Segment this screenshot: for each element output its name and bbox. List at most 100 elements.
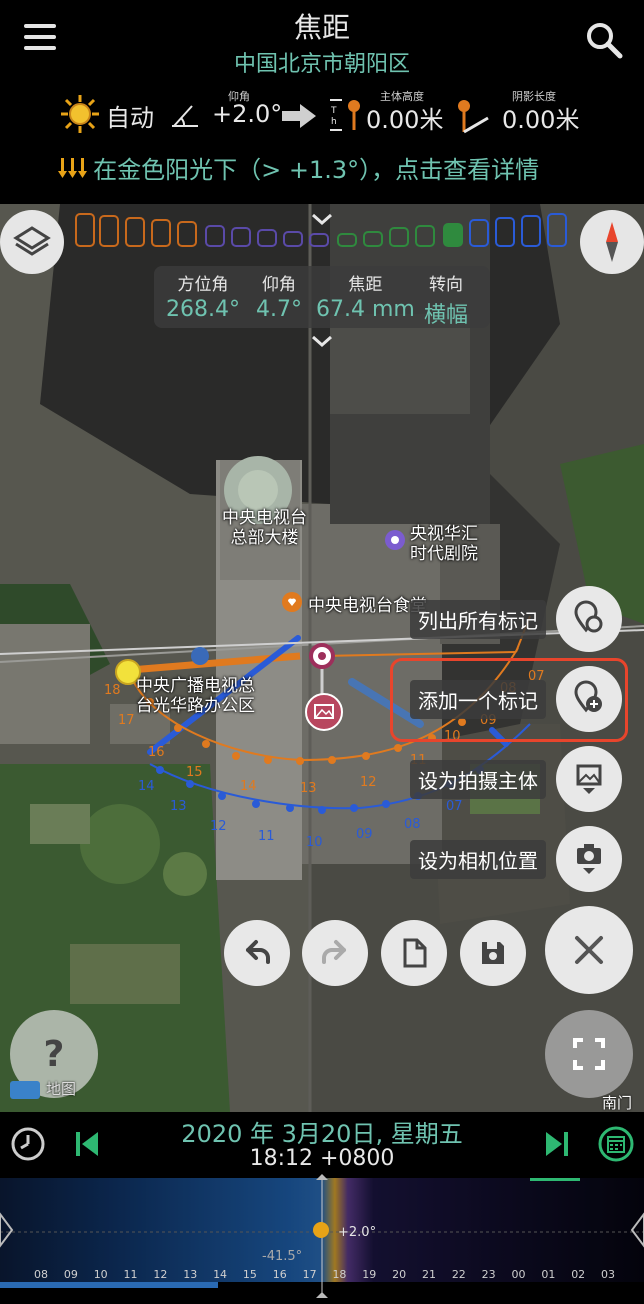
sun-icon[interactable] [60, 94, 100, 134]
chevron-down-icon[interactable] [310, 334, 334, 348]
arrow-right-icon [282, 104, 316, 128]
timeline-hour-label: 12 [153, 1268, 167, 1281]
set-camera-label[interactable]: 设为相机位置 [410, 840, 546, 879]
redo-button[interactable] [302, 920, 368, 986]
redo-icon [322, 940, 346, 964]
camera-info-panel[interactable]: 方位角 268.4° 仰角 4.7° 焦距 67.4 mm 转向 横幅 [154, 266, 490, 328]
map-provider-logo-icon [10, 1080, 40, 1099]
svg-text:h: h [331, 117, 337, 127]
sun-timeline[interactable]: 08 09 10 11 12 13 14 15 16 17 18 19 20 21 22 23 00 01 02 03… [0, 1174, 644, 1304]
chevron-down-icon[interactable] [310, 212, 334, 226]
calendar-icon[interactable] [598, 1126, 634, 1162]
undo-button[interactable] [224, 920, 290, 986]
map-label-cctv-theater[interactable]: 央视华汇 时代剧院 [410, 524, 478, 564]
blue-path-hour-label: 13 [170, 799, 187, 814]
orange-path-hour-label: 18 [104, 683, 121, 698]
svg-text:?: ? [44, 1034, 65, 1075]
layers-button[interactable] [0, 210, 64, 274]
elevation-value[interactable]: +2.0° [212, 100, 282, 128]
save-button[interactable] [460, 920, 526, 986]
svg-text:T: T [330, 106, 337, 116]
new-file-button[interactable] [381, 920, 447, 986]
height-value[interactable]: 0.00米 [366, 100, 443, 135]
timeline-low-label: -41.5° [262, 1249, 302, 1264]
timeline-hour-label: 21 [422, 1268, 436, 1281]
timeline-hour-label: 15 [243, 1268, 257, 1281]
blue-path-hour-label: 11 [258, 829, 275, 844]
timeline-hour-label: 10 [94, 1268, 108, 1281]
timeline-hour-label: 01 [541, 1268, 555, 1281]
map-label-south-gate: 南门 [602, 1094, 633, 1112]
elevation-info: 仰角 4.7° [256, 275, 302, 322]
golden-hour-icon [58, 157, 87, 178]
search-icon[interactable] [584, 20, 624, 60]
map-credit: 地图 [10, 1078, 76, 1099]
skip-next-icon[interactable] [544, 1130, 570, 1158]
set-camera-button[interactable] [556, 826, 622, 892]
timeline-top-marker-icon [316, 1174, 328, 1180]
orange-path-hour-label: 15 [186, 765, 203, 780]
golden-hour-banner[interactable]: 在金色阳光下（> +1.3°），点击查看详情 [58, 150, 539, 186]
set-camera-row[interactable]: 设为相机位置 [322, 826, 622, 892]
location-label[interactable]: 中国北京市朝阳区 [0, 46, 644, 78]
timeline-elevation-label: +2.0° [338, 1225, 376, 1240]
timeline-hour-label: 22 [452, 1268, 466, 1281]
subject-height-icon: T h [330, 99, 360, 131]
timeline-hour-label: 03 [601, 1268, 615, 1281]
camera-icon [577, 844, 601, 874]
compass-button[interactable] [580, 210, 644, 274]
set-subject-button[interactable] [556, 746, 622, 812]
shadow-length-icon [458, 100, 489, 134]
set-subject-row[interactable]: 设为拍摄主体 [322, 746, 622, 812]
elevation-angle-icon [172, 105, 198, 127]
list-markers-button[interactable] [556, 586, 622, 652]
orange-path-hour-label: 14 [240, 779, 257, 794]
timeline-hour-label: 18 [332, 1268, 346, 1281]
list-markers-row[interactable]: 列出所有标记 [322, 586, 622, 652]
highlight-box [390, 658, 628, 742]
undo-icon [246, 940, 270, 964]
orange-path-hour-label: 16 [148, 745, 165, 760]
timeline-hour-label: 00 [512, 1268, 526, 1281]
close-icon [575, 936, 603, 964]
timeline-hour-label: 09 [64, 1268, 78, 1281]
blue-path-hour-label: 10 [306, 835, 323, 850]
timeline-hour-label: 17 [303, 1268, 317, 1281]
shadow-value[interactable]: 0.00米 [502, 100, 579, 135]
mode-label[interactable]: 自动 [106, 98, 154, 133]
timeline-hour-label: 08 [34, 1268, 48, 1281]
compass-icon [606, 222, 618, 262]
timeline-bottom-marker-icon [316, 1292, 328, 1298]
golden-hour-text: 在金色阳光下（> +1.3°），点击查看详情 [93, 156, 540, 184]
timeline-hour-label: 16 [273, 1268, 287, 1281]
bottom-panel: 2020 年 3月20日, 星期五 18:12 +0800 08 09 10 1… [0, 1112, 644, 1304]
orientation-info: 转向 横幅 [424, 275, 469, 328]
orange-path-hour-label: 13 [300, 781, 317, 796]
map-label-cctv-hq[interactable]: 中央电视台 总部大楼 [222, 508, 307, 548]
azimuth-info: 方位角 268.4° [166, 275, 240, 322]
document-icon [403, 938, 427, 968]
timeline-hour-label: 20 [392, 1268, 406, 1281]
list-markers-label[interactable]: 列出所有标记 [410, 600, 546, 639]
marker-list-icon [574, 600, 603, 633]
close-button[interactable] [545, 906, 633, 994]
timeline-hour-label: 02 [571, 1268, 585, 1281]
map-view[interactable]: 1817161514131211100908071413121110090807… [0, 204, 644, 1112]
timeline-hour-label: 13 [183, 1268, 197, 1281]
layers-icon [13, 226, 51, 256]
set-subject-label[interactable]: 设为拍摄主体 [410, 760, 546, 799]
orange-path-hour-label: 17 [118, 713, 135, 728]
blue-path-hour-label: 14 [138, 779, 155, 794]
timeline-hour-label: 19 [362, 1268, 376, 1281]
save-icon [482, 942, 504, 964]
page-title: 焦距 [293, 11, 350, 44]
timeline-hour-label: 14 [213, 1268, 227, 1281]
timeline-hour-label: 11 [124, 1268, 138, 1281]
header-bar: 焦距 中国北京市朝阳区 自动 仰角 +2.0° T h 主体高度 0.00米 阴… [0, 0, 644, 204]
focal-info: 焦距 67.4 mm [316, 275, 415, 322]
picture-icon [576, 764, 602, 794]
fullscreen-button[interactable] [545, 1010, 633, 1098]
fullscreen-icon [573, 1038, 605, 1070]
timeline-hour-label: 23 [482, 1268, 496, 1281]
map-label-cctv-office[interactable]: 中央广播电视总 台光华路办公区 [136, 676, 255, 716]
